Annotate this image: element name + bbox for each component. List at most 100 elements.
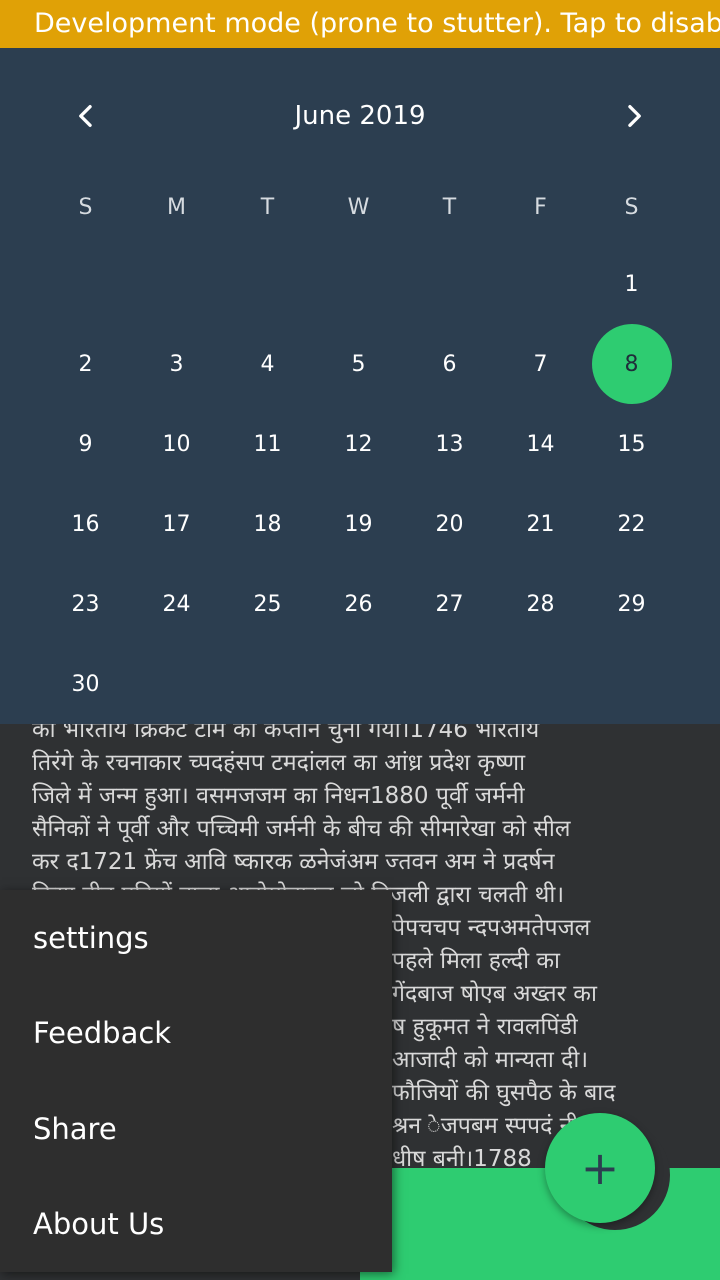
calendar-day-label: 21 <box>526 511 555 537</box>
calendar-empty-cell <box>131 244 222 324</box>
weekday-label: T <box>442 195 457 220</box>
calendar-day[interactable]: 11 <box>222 404 313 484</box>
calendar-header: June 2019 <box>0 88 720 144</box>
calendar-day-label: 13 <box>435 431 464 457</box>
article-line: सैनिकों ने पूर्वी और पच्चिमी जर्मनी के ब… <box>32 816 571 842</box>
plus-icon: + <box>580 1141 620 1195</box>
calendar-day-label: 22 <box>617 511 646 537</box>
calendar-empty-cell <box>40 244 131 324</box>
weekday-label: S <box>78 195 93 220</box>
calendar-day-label: 28 <box>526 591 555 617</box>
weekday-label: T <box>260 195 275 220</box>
calendar-day[interactable]: 1 <box>586 244 677 324</box>
calendar-day-label: 16 <box>71 511 100 537</box>
calendar-day[interactable]: 15 <box>586 404 677 484</box>
calendar-day[interactable]: 13 <box>404 404 495 484</box>
calendar-day[interactable]: 19 <box>313 484 404 564</box>
calendar-day[interactable]: 5 <box>313 324 404 404</box>
calendar-day-label: 17 <box>162 511 191 537</box>
weekday-label: F <box>534 195 547 220</box>
weekday-header: S M T W T F S <box>40 188 677 228</box>
calendar-day[interactable]: 17 <box>131 484 222 564</box>
calendar-day-label: 24 <box>162 591 191 617</box>
calendar-day-label: 9 <box>78 431 93 457</box>
calendar-day-label: 29 <box>617 591 646 617</box>
overflow-menu: settings Feedback Share About Us <box>0 890 392 1272</box>
development-mode-banner[interactable]: Development mode (prone to stutter). Tap… <box>0 0 720 48</box>
article-line: तिरंगे के रचनाकार च्पदहंसप टमदांलल का आं… <box>32 750 526 776</box>
calendar-day-label: 7 <box>533 351 548 377</box>
weekday-label: S <box>624 195 639 220</box>
calendar-empty-cell <box>404 244 495 324</box>
calendar-day-label: 23 <box>71 591 100 617</box>
calendar-day[interactable]: 25 <box>222 564 313 644</box>
calendar-empty-cell <box>131 644 222 724</box>
calendar-day[interactable]: 21 <box>495 484 586 564</box>
calendar-day[interactable]: 27 <box>404 564 495 644</box>
weekday-label: M <box>167 195 186 220</box>
weekday-label: W <box>347 195 370 220</box>
calendar-day[interactable]: 9 <box>40 404 131 484</box>
article-line: कर द1721 फ्रेंच आवि ष्कारक ळनेजंअम ज्तवन… <box>32 849 555 875</box>
calendar-day[interactable]: 22 <box>586 484 677 564</box>
calendar-day-label: 12 <box>344 431 373 457</box>
calendar-day-label: 10 <box>162 431 191 457</box>
calendar-empty-cell <box>404 644 495 724</box>
calendar-day[interactable]: 18 <box>222 484 313 564</box>
calendar-day[interactable]: 24 <box>131 564 222 644</box>
calendar-day-label: 25 <box>253 591 282 617</box>
calendar-day-label: 15 <box>617 431 646 457</box>
calendar-day-label: 19 <box>344 511 373 537</box>
menu-item-settings[interactable]: settings <box>0 890 392 986</box>
calendar-empty-cell <box>313 244 404 324</box>
calendar-day-label: 18 <box>253 511 282 537</box>
calendar-day-label: 5 <box>351 351 366 377</box>
calendar-day[interactable]: 3 <box>131 324 222 404</box>
calendar-day[interactable]: 6 <box>404 324 495 404</box>
calendar-day[interactable]: 30 <box>40 644 131 724</box>
calendar-empty-cell <box>495 244 586 324</box>
calendar-day[interactable]: 23 <box>40 564 131 644</box>
menu-item-share[interactable]: Share <box>0 1081 392 1177</box>
calendar-day[interactable]: 8 <box>586 324 677 404</box>
calendar-day[interactable]: 16 <box>40 484 131 564</box>
calendar-day[interactable]: 2 <box>40 324 131 404</box>
calendar-day[interactable]: 14 <box>495 404 586 484</box>
add-button[interactable]: + <box>545 1113 655 1223</box>
day-grid: 1 2 3 4 5 6 7 8 9 10 11 12 13 14 15 16 17 18 19 20 21 22 23 24 2… <box>40 244 677 724</box>
menu-item-about-us[interactable]: About Us <box>0 1177 392 1273</box>
calendar-day[interactable]: 10 <box>131 404 222 484</box>
article-line: जिले में जन्म हुआ। वसमजजम का निधन1880 पू… <box>32 783 525 809</box>
calendar-day-label: 14 <box>526 431 555 457</box>
calendar-day-label: 1 <box>624 271 639 297</box>
calendar-day-label: 30 <box>71 671 100 697</box>
calendar-day-label: 3 <box>169 351 184 377</box>
calendar-day-label: 6 <box>442 351 457 377</box>
calendar-empty-cell <box>586 644 677 724</box>
calendar-day-label: 20 <box>435 511 464 537</box>
calendar-day[interactable]: 20 <box>404 484 495 564</box>
calendar-day[interactable]: 12 <box>313 404 404 484</box>
calendar-day[interactable]: 26 <box>313 564 404 644</box>
calendar-day-label: 27 <box>435 591 464 617</box>
calendar-day[interactable]: 4 <box>222 324 313 404</box>
calendar-empty-cell <box>313 644 404 724</box>
calendar-day-label: 8 <box>624 351 639 377</box>
calendar-day[interactable]: 29 <box>586 564 677 644</box>
chevron-right-icon <box>628 105 641 127</box>
calendar-empty-cell <box>222 244 313 324</box>
menu-item-feedback[interactable]: Feedback <box>0 986 392 1082</box>
calendar-empty-cell <box>495 644 586 724</box>
calendar-empty-cell <box>222 644 313 724</box>
calendar-day-label: 26 <box>344 591 373 617</box>
calendar-day-label: 4 <box>260 351 275 377</box>
calendar-day[interactable]: 28 <box>495 564 586 644</box>
chevron-left-icon <box>79 105 92 127</box>
previous-month-button[interactable] <box>66 96 106 136</box>
calendar-day[interactable]: 7 <box>495 324 586 404</box>
calendar-day-label: 11 <box>253 431 282 457</box>
date-picker: June 2019 S M T W T F S 1 2 3 4 5 6 7 8 9 10 11 12 1… <box>0 48 720 724</box>
calendar-day-label: 2 <box>78 351 93 377</box>
next-month-button[interactable] <box>614 96 654 136</box>
month-title: June 2019 <box>294 101 426 131</box>
